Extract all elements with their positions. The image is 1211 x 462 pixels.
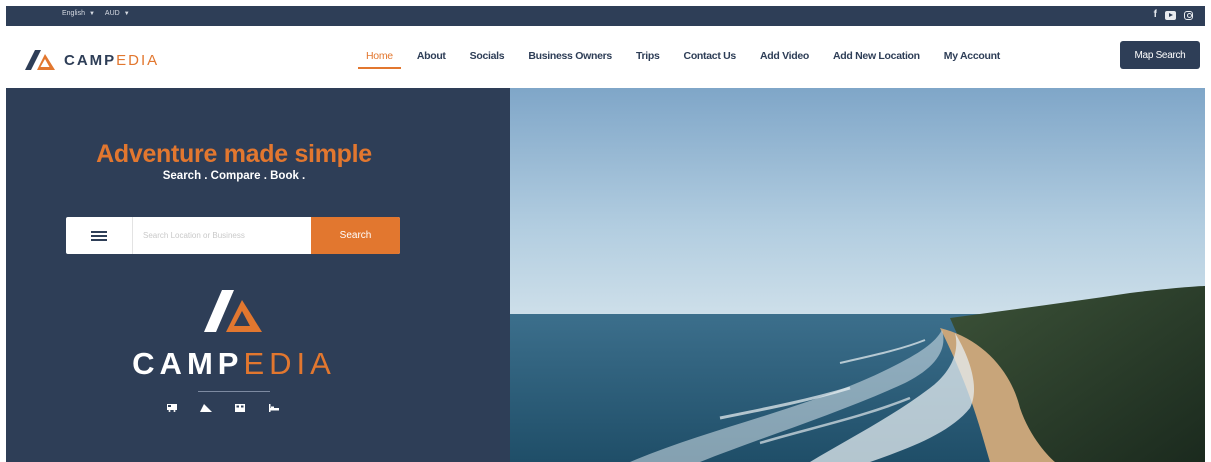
logo-text-accent: EDIA	[116, 51, 160, 69]
search-button[interactable]: Search	[311, 217, 400, 254]
amenity-icons	[166, 403, 280, 412]
language-select[interactable]: English	[62, 10, 85, 17]
chevron-down-icon[interactable]: ▼	[124, 11, 130, 17]
nav-about[interactable]: About	[409, 48, 454, 72]
main-nav: Home About Socials Business Owners Trips…	[358, 48, 1008, 72]
campedia-large-logo-icon	[204, 290, 262, 332]
hero-image-beach	[510, 88, 1205, 462]
nav-contact-us[interactable]: Contact Us	[676, 48, 744, 72]
currency-select[interactable]: AUD	[105, 10, 120, 17]
youtube-icon[interactable]	[1165, 10, 1176, 20]
chevron-down-icon[interactable]: ▼	[89, 11, 95, 17]
nav-trips[interactable]: Trips	[628, 48, 668, 72]
brand-divider	[198, 391, 270, 392]
coastline-photo	[510, 88, 1205, 462]
logo-text-main: CAMP	[64, 51, 117, 69]
social-links: f	[1154, 9, 1193, 21]
nav-business-owners[interactable]: Business Owners	[520, 48, 620, 72]
brand-text-accent: EDIA	[243, 346, 336, 381]
facebook-icon[interactable]: f	[1154, 9, 1157, 21]
locale-selector: English ▼ AUD ▼	[62, 10, 130, 17]
hero-panel: Adventure made simple Search . Compare .…	[6, 88, 510, 462]
logo-wordmark: CAMPEDIA	[64, 52, 159, 69]
search-bar: Search	[66, 217, 400, 254]
campervan-icon	[167, 404, 177, 412]
nav-my-account[interactable]: My Account	[936, 48, 1008, 72]
nav-socials[interactable]: Socials	[462, 48, 513, 72]
tent-icon	[200, 404, 212, 412]
instagram-icon[interactable]	[1184, 10, 1193, 20]
nav-add-new-location[interactable]: Add New Location	[825, 48, 928, 72]
nav-add-video[interactable]: Add Video	[752, 48, 817, 72]
category-menu-button[interactable]	[66, 217, 133, 254]
search-input[interactable]	[133, 217, 311, 254]
page: English ▼ AUD ▼ f CAMPEDIA Home About So…	[6, 6, 1205, 462]
bed-icon	[269, 404, 279, 412]
map-search-button[interactable]: Map Search	[1120, 41, 1200, 69]
hamburger-icon	[91, 230, 107, 241]
campedia-logo-mark-icon	[25, 50, 55, 70]
brand-wordmark: CAMPEDIA	[6, 346, 462, 382]
brand-text-main: CAMP	[132, 346, 244, 381]
cabin-icon	[235, 404, 245, 412]
hero-headline: Adventure made simple	[96, 140, 372, 168]
top-bar: English ▼ AUD ▼ f	[6, 6, 1205, 26]
nav-home[interactable]: Home	[358, 48, 401, 72]
site-logo[interactable]: CAMPEDIA	[24, 49, 159, 71]
main-header: CAMPEDIA Home About Socials Business Own…	[6, 26, 1205, 88]
hero-tagline: Search . Compare . Book .	[162, 170, 306, 182]
